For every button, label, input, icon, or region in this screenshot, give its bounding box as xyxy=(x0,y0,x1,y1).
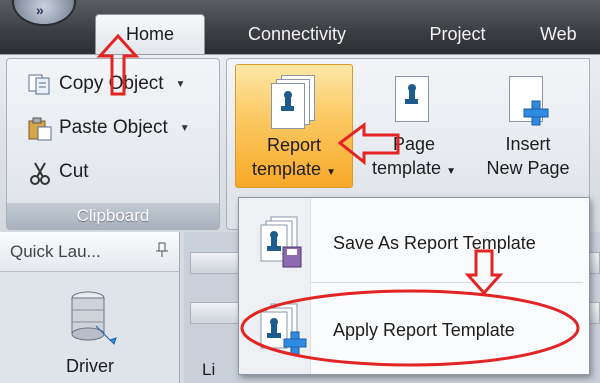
pin-icon[interactable] xyxy=(155,242,169,261)
save-template-icon xyxy=(251,215,311,271)
database-driver-icon xyxy=(68,290,117,350)
copy-object-label: Copy Object xyxy=(59,73,164,94)
copy-icon xyxy=(27,73,53,95)
chevron-down-icon: ▼ xyxy=(175,78,186,90)
cut-button[interactable]: Cut xyxy=(27,157,89,187)
application-menu-button[interactable]: » xyxy=(12,0,76,26)
apply-template-icon xyxy=(251,302,311,358)
quick-launch-title: Quick Lau... xyxy=(10,241,101,261)
apply-report-template-label: Apply Report Template xyxy=(333,319,515,340)
report-template-dropdown-menu: Save As Report Template Apply Report Tem… xyxy=(238,197,590,375)
insert-new-page-button[interactable]: Insert New Page xyxy=(474,64,582,188)
copy-object-button[interactable]: Copy Object ▼ xyxy=(27,69,185,99)
paste-icon xyxy=(27,117,53,141)
scissors-icon xyxy=(27,161,53,185)
menu-separator xyxy=(311,282,583,283)
driver-label: Driver xyxy=(66,356,114,376)
report-template-button[interactable]: Report template ▼ xyxy=(235,64,353,188)
page-template-icon xyxy=(391,74,437,128)
save-as-report-template-label: Save As Report Template xyxy=(333,232,536,253)
save-as-report-template-item[interactable]: Save As Report Template xyxy=(243,208,585,278)
cut-label: Cut xyxy=(59,161,89,182)
tab-home[interactable]: Home xyxy=(95,14,205,54)
orb-icon: » xyxy=(36,2,44,18)
insert-new-page-label-line2: New Page xyxy=(486,158,570,178)
paste-object-button[interactable]: Paste Object ▼ xyxy=(27,113,190,143)
driver-launch-item[interactable]: Driver xyxy=(50,290,130,377)
report-template-icon xyxy=(271,75,317,129)
paste-object-label: Paste Object xyxy=(59,117,168,138)
apply-report-template-item[interactable]: Apply Report Template xyxy=(243,295,585,365)
tab-project[interactable]: Project xyxy=(405,14,510,54)
chevron-down-icon: ▼ xyxy=(179,122,190,134)
tab-web[interactable]: Web xyxy=(540,14,600,54)
tab-connectivity[interactable]: Connectivity xyxy=(222,14,372,54)
clipboard-group-label: Clipboard xyxy=(7,203,219,229)
page-template-label-line1: Page xyxy=(392,134,436,154)
ribbon-tab-strip: » Home Connectivity Project Web xyxy=(0,0,600,54)
page-template-label-line2: template xyxy=(372,158,442,178)
insert-page-icon xyxy=(505,74,551,128)
work-area-label: Li xyxy=(202,360,216,379)
page-template-button[interactable]: Page template ▼ xyxy=(358,64,470,188)
chevron-down-icon: ▼ xyxy=(446,166,456,177)
quick-launch-header: Quick Lau... xyxy=(0,232,179,272)
quick-launch-pane: Quick Lau... Driver xyxy=(0,232,180,383)
insert-new-page-label-line1: Insert xyxy=(505,134,551,154)
chevron-down-icon: ▼ xyxy=(326,167,336,178)
clipboard-group: Copy Object ▼ Paste Object ▼ Cut Clipboa… xyxy=(6,58,220,230)
report-template-label-line2: template xyxy=(252,159,322,179)
report-template-label-line1: Report xyxy=(266,135,322,155)
